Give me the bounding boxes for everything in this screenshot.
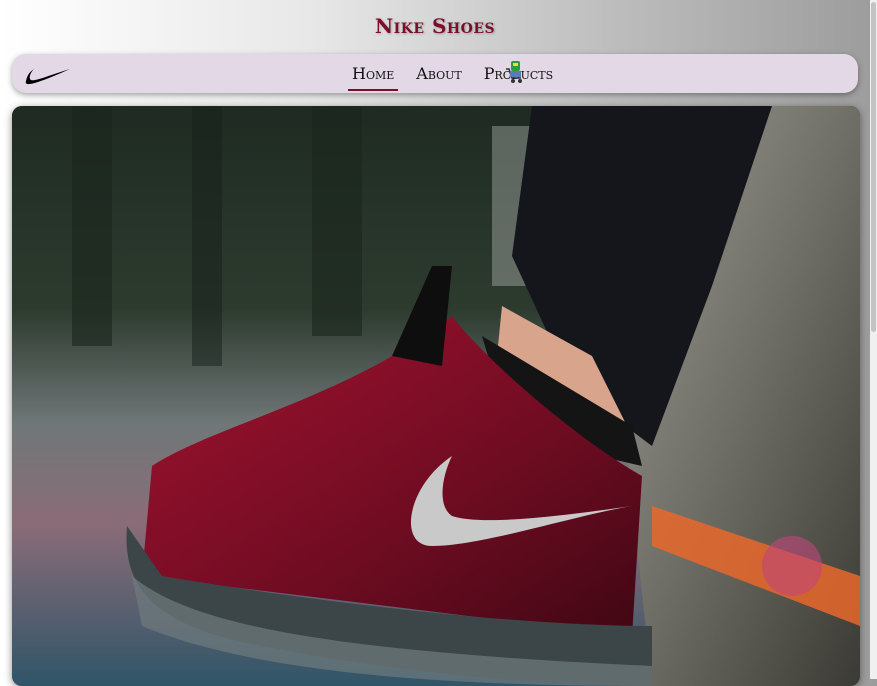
nike-swoosh-icon[interactable]	[24, 61, 72, 87]
hero-image	[12, 106, 860, 686]
page-title: Nike Shoes	[374, 14, 496, 38]
shopping-cart-icon[interactable]	[504, 60, 524, 84]
nav-links: Home About Products	[348, 54, 557, 93]
scrollbar[interactable]	[870, 0, 877, 679]
sneaker-photo	[12, 106, 860, 686]
nav-about-link[interactable]: About	[412, 54, 465, 93]
nav-home-link[interactable]: Home	[348, 54, 399, 93]
navbar: Home About Products	[12, 54, 858, 93]
scrollbar-thumb[interactable]	[871, 2, 876, 332]
